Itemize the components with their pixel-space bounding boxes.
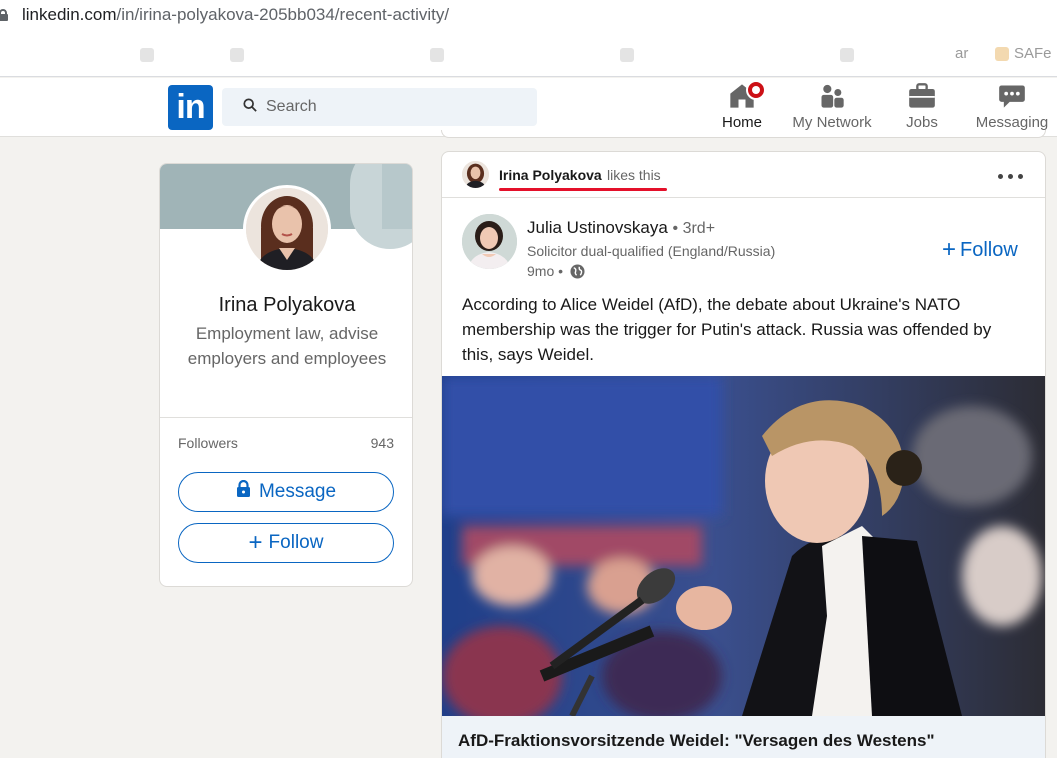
avatar[interactable] [462, 161, 489, 188]
search-icon [243, 98, 257, 112]
liker-name[interactable]: Irina Polyakova [499, 167, 602, 183]
likes-text: likes this [607, 167, 661, 183]
linkedin-logo[interactable]: in [168, 85, 213, 130]
connection-degree: • 3rd+ [672, 220, 716, 237]
nav-item-home[interactable]: Home [718, 80, 766, 134]
nav-item-label: Messaging [975, 114, 1049, 131]
follow-button[interactable]: + Follow [178, 523, 394, 563]
bookmark-item[interactable]: SAFe [995, 45, 1052, 62]
briefcase-icon [908, 82, 936, 110]
lock-icon [0, 9, 8, 21]
highlight-underline [499, 188, 667, 191]
profile-card: Irina Polyakova Employment law, advise e… [159, 163, 413, 587]
lock-icon [236, 473, 251, 511]
bookmark-item[interactable] [230, 46, 249, 62]
post-social-header: Irina Polyakova likes this [442, 152, 1045, 198]
globe-icon [570, 264, 585, 279]
follow-author-button[interactable]: + Follow [942, 236, 1018, 264]
url-text[interactable]: linkedin.com/in/irina-polyakova-205bb034… [22, 5, 449, 25]
top-navigation: in Home My Network J [0, 78, 1057, 137]
nav-item-label: Home [721, 114, 762, 131]
profile-headline: Employment law, advise employers and emp… [187, 324, 387, 368]
author-headline: Solicitor dual-qualified (England/Russia… [527, 243, 776, 259]
bookmark-item[interactable] [620, 46, 639, 62]
search-input[interactable] [266, 88, 526, 126]
bookmarks-bar: ar SAFe [0, 32, 1057, 77]
more-options-icon[interactable] [996, 165, 1026, 185]
nav-item-label: My Network [792, 114, 872, 131]
feed-post-card: Irina Polyakova likes this Julia Ustinov… [441, 151, 1046, 758]
network-icon [818, 82, 846, 110]
link-preview-caption[interactable]: AfD-Fraktionsvorsitzende Weidel: "Versag… [442, 716, 1045, 758]
bookmark-item[interactable] [140, 46, 159, 62]
home-icon [728, 80, 766, 110]
bookmark-item[interactable] [840, 46, 859, 62]
search-box[interactable] [222, 88, 537, 126]
plus-icon: + [942, 236, 957, 263]
avatar[interactable] [243, 185, 331, 273]
post-time: 9mo • [527, 263, 585, 279]
nav-item-messaging[interactable]: Messaging [972, 82, 1052, 134]
post-image[interactable] [442, 376, 1045, 716]
plus-icon: + [248, 529, 263, 556]
post-text: According to Alice Weidel (AfD), the deb… [462, 295, 992, 364]
browser-address-bar[interactable]: linkedin.com/in/irina-polyakova-205bb034… [0, 0, 1057, 32]
divider [160, 417, 412, 418]
author-name[interactable]: Julia Ustinovskaya • 3rd+ [527, 218, 715, 238]
nav-item-label: Jobs [906, 114, 938, 131]
previous-feed-card-edge [441, 130, 1046, 138]
link-title[interactable]: AfD-Fraktionsvorsitzende Weidel: "Versag… [458, 731, 935, 751]
messaging-icon [998, 82, 1026, 110]
bookmark-item[interactable]: ar [955, 45, 968, 62]
bookmark-item[interactable] [430, 46, 449, 62]
avatar[interactable] [462, 214, 517, 269]
profile-name[interactable]: Irina Polyakova [160, 294, 412, 317]
notification-badge [746, 80, 766, 100]
nav-item-jobs[interactable]: Jobs [900, 82, 944, 134]
nav-item-my-network[interactable]: My Network [787, 82, 877, 134]
message-button[interactable]: Message [178, 472, 394, 512]
followers-label: Followers [178, 435, 238, 451]
followers-count: 943 [370, 435, 394, 451]
